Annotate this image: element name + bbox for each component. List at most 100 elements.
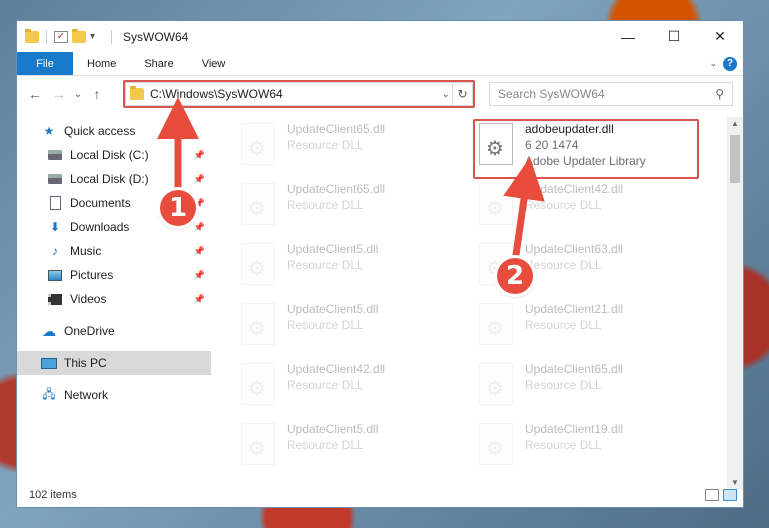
sidebar-item-label: This PC (64, 356, 107, 370)
tab-share[interactable]: Share (130, 52, 187, 75)
window-title: SysWOW64 (123, 29, 189, 44)
file-name: UpdateClient5.dll (287, 422, 379, 436)
recent-locations-button[interactable]: ⌄ (71, 89, 85, 100)
pin-icon[interactable]: 📌 (194, 150, 205, 161)
ribbon-right-controls: ⌄ ? (709, 52, 743, 75)
file-name: UpdateClient19.dll (525, 422, 624, 436)
sidebar-item-label: Quick access (64, 124, 136, 138)
maximize-button[interactable]: ☐ (651, 21, 697, 52)
music-icon: ♪ (52, 244, 58, 258)
dll-file-icon (241, 183, 275, 225)
list-item[interactable]: UpdateClient65.dll Resource DLL (475, 359, 705, 413)
sidebar-item-label: Local Disk (C:) (70, 148, 149, 162)
toolbar-divider (46, 29, 47, 44)
sidebar-item-pictures[interactable]: Pictures 📌 (17, 263, 211, 287)
step-marker-2: 2 (497, 258, 533, 294)
pin-icon[interactable]: 📌 (194, 222, 205, 233)
sidebar-item-label: Videos (70, 292, 107, 306)
vertical-scrollbar[interactable]: ▲ ▼ (727, 117, 743, 489)
list-item[interactable]: UpdateClient21.dll Resource DLL (475, 299, 705, 353)
forward-button[interactable]: → (47, 86, 71, 102)
expand-ribbon-icon[interactable]: ⌄ (709, 58, 717, 69)
pictures-icon (47, 268, 63, 282)
folder-icon (25, 28, 39, 43)
sidebar-item-label: Local Disk (D:) (70, 172, 149, 186)
item-count: 102 items (29, 489, 77, 501)
file-type: Resource DLL (287, 378, 364, 392)
navigation-pane: ★ Quick access Local Disk (C:) 📌 Local D… (17, 117, 211, 487)
tab-file[interactable]: File (17, 52, 73, 75)
pin-icon[interactable]: 📌 (194, 246, 205, 257)
list-item[interactable]: UpdateClient19.dll Resource DLL (475, 419, 705, 473)
list-item[interactable]: UpdateClient42.dll Resource DLL (475, 179, 705, 233)
dll-file-icon (241, 363, 275, 405)
address-highlight-box (123, 80, 475, 108)
file-highlight-box (473, 119, 699, 179)
sidebar-item-label: Music (70, 244, 102, 258)
scroll-thumb[interactable] (730, 135, 740, 183)
sidebar-item-quick-access[interactable]: ★ Quick access (17, 119, 211, 143)
file-name: UpdateClient65.dll (525, 362, 624, 376)
back-button[interactable]: ← (23, 86, 47, 102)
sidebar-item-this-pc[interactable]: This PC (17, 351, 211, 375)
list-item[interactable]: UpdateClient5.dll Resource DLL (237, 419, 467, 473)
sidebar-item-label: OneDrive (64, 324, 115, 338)
search-icon[interactable]: ⚲ (715, 87, 724, 101)
dll-file-icon (241, 303, 275, 345)
tab-view[interactable]: View (188, 52, 240, 75)
documents-icon (47, 196, 63, 210)
sidebar-item-local-disk-c[interactable]: Local Disk (C:) 📌 (17, 143, 211, 167)
close-button[interactable]: ✕ (697, 21, 743, 52)
dll-file-icon (479, 183, 513, 225)
sidebar-item-local-disk-d[interactable]: Local Disk (D:) 📌 (17, 167, 211, 191)
explorer-window: ✓ ▾ SysWOW64 — ☐ ✕ File Home Share View … (16, 20, 744, 508)
file-type: Resource DLL (525, 198, 602, 212)
window-controls: — ☐ ✕ (605, 21, 743, 52)
drive-icon (47, 172, 63, 186)
videos-icon (47, 292, 63, 306)
status-bar: 102 items (17, 483, 743, 507)
tiles-view-icon[interactable] (723, 489, 737, 501)
list-item[interactable]: UpdateClient5.dll Resource DLL (237, 239, 467, 293)
help-icon[interactable]: ? (723, 56, 737, 71)
file-type: Resource DLL (287, 198, 364, 212)
dll-file-icon (241, 423, 275, 465)
minimize-button[interactable]: — (605, 21, 651, 52)
customize-toolbar-icon[interactable]: ▾ (90, 31, 104, 43)
details-view-icon[interactable] (705, 489, 719, 501)
tab-home[interactable]: Home (73, 52, 130, 75)
toolbar-divider (111, 29, 112, 44)
sidebar-item-label: Documents (70, 196, 131, 210)
pin-icon[interactable]: 📌 (194, 174, 205, 185)
sidebar-item-videos[interactable]: Videos 📌 (17, 287, 211, 311)
sidebar-item-network[interactable]: 🖧 Network (17, 383, 211, 407)
file-name: UpdateClient42.dll (525, 182, 624, 196)
pin-icon[interactable]: 📌 (194, 294, 205, 305)
dll-file-icon (241, 243, 275, 285)
file-type: Resource DLL (287, 318, 364, 332)
file-name: UpdateClient65.dll (287, 122, 386, 136)
file-name: UpdateClient65.dll (287, 182, 386, 196)
search-input[interactable]: Search SysWOW64 ⚲ (489, 82, 733, 106)
sidebar-item-label: Network (64, 388, 109, 402)
sidebar-item-onedrive[interactable]: ☁ OneDrive (17, 319, 211, 343)
pin-icon[interactable]: 📌 (194, 270, 205, 281)
file-name: UpdateClient42.dll (287, 362, 386, 376)
list-item[interactable]: UpdateClient65.dll Resource DLL (237, 119, 467, 173)
file-type: Resource DLL (525, 378, 602, 392)
up-button[interactable]: ↑ (85, 86, 109, 102)
scroll-up-icon[interactable]: ▲ (727, 119, 743, 128)
view-toggle (705, 489, 737, 501)
file-type: Resource DLL (525, 258, 602, 272)
dll-file-icon (479, 363, 513, 405)
file-list: UpdateClient65.dll Resource DLL UpdateCli… (217, 117, 727, 487)
file-type: Resource DLL (525, 318, 602, 332)
properties-icon[interactable]: ✓ (54, 30, 68, 43)
list-item[interactable]: UpdateClient65.dll Resource DLL (237, 179, 467, 233)
list-item[interactable]: UpdateClient42.dll Resource DLL (237, 359, 467, 413)
sidebar-item-label: Downloads (70, 220, 130, 234)
list-item[interactable]: UpdateClient5.dll Resource DLL (237, 299, 467, 353)
new-folder-icon[interactable] (72, 28, 86, 43)
drive-icon (47, 148, 63, 162)
sidebar-item-music[interactable]: ♪ Music 📌 (17, 239, 211, 263)
